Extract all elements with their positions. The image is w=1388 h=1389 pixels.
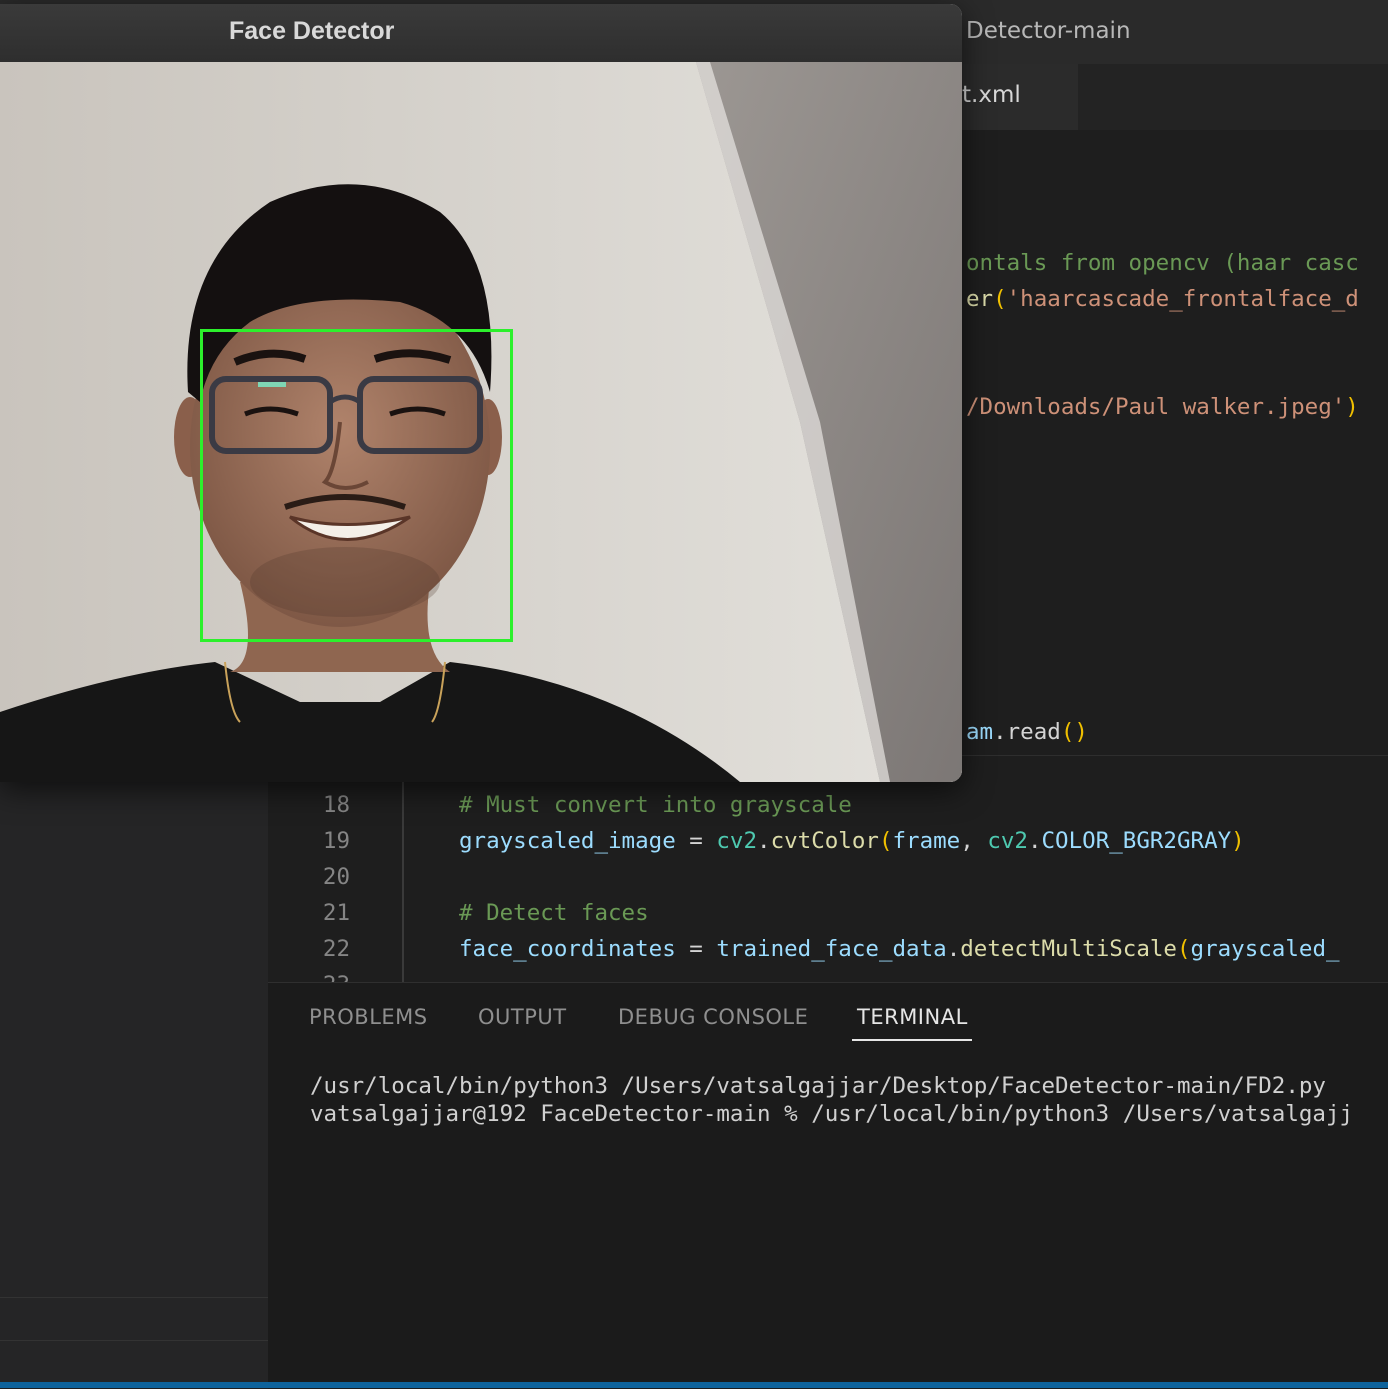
code-token: # Detect faces: [459, 900, 649, 926]
face-detector-titlebar[interactable]: Face Detector: [0, 4, 962, 63]
code-token: /Downloads/Paul walker.jpeg': [966, 394, 1346, 420]
code-token: .: [757, 828, 771, 854]
code-line: am.read(): [966, 719, 1088, 745]
line-number: 18: [322, 792, 350, 818]
active-tab-indicator: [852, 1039, 972, 1041]
code-token: face_coordinates: [459, 936, 676, 962]
code-token: am: [966, 719, 994, 745]
code-token: cv2: [716, 828, 758, 854]
webcam-frame: [0, 62, 962, 782]
code-token: =: [675, 936, 717, 962]
status-bar: [0, 1382, 1388, 1388]
face-bounding-box: [200, 329, 513, 642]
code-token: (: [993, 286, 1007, 312]
tab-debug-console[interactable]: DEBUG CONSOLE: [618, 1005, 808, 1029]
bottom-panel: PROBLEMS OUTPUT DEBUG CONSOLE TERMINAL /…: [268, 982, 1388, 1389]
code-token: grayscaled_image: [459, 828, 676, 854]
code-token: frame: [892, 828, 961, 854]
sidebar-divider: [0, 1297, 268, 1298]
code-token: 'haarcascade_frontalface_d: [1006, 286, 1359, 312]
line-number: 23: [268, 972, 350, 982]
code-token: grayscaled_: [1190, 936, 1340, 962]
code-line: grayscaled_image = cv2.cvtColor(frame, c…: [459, 828, 1245, 854]
tab-output[interactable]: OUTPUT: [478, 1005, 567, 1029]
line-number: 20: [322, 864, 350, 890]
indent-guide: [402, 782, 404, 982]
tab-terminal[interactable]: TERMINAL: [857, 1005, 968, 1029]
code-token: cvtColor: [770, 828, 879, 854]
editor-tab-label: t.xml: [962, 82, 1021, 108]
code-token: er: [966, 286, 994, 312]
code-line: /Downloads/Paul walker.jpeg'): [966, 394, 1359, 420]
code-token: ): [1231, 828, 1245, 854]
explorer-sidebar[interactable]: [0, 782, 268, 1388]
code-token: .read: [993, 719, 1061, 745]
code-editor-lower[interactable]: 18 # Must convert into grayscale 19 gray…: [268, 782, 1388, 982]
code-line: # Must convert into grayscale: [459, 792, 852, 818]
code-token: .: [1027, 828, 1042, 854]
code-line: er('haarcascade_frontalface_d: [966, 286, 1359, 312]
sidebar-divider: [0, 1340, 268, 1341]
code-token: =: [675, 828, 717, 854]
code-line: face_coordinates = trained_face_data.det…: [459, 936, 1340, 962]
terminal-line: vatsalgajjar@192 FaceDetector-main % /us…: [310, 1101, 1354, 1127]
code-token: COLOR_BGR2GRAY: [1041, 828, 1232, 854]
code-token: (: [1176, 936, 1191, 962]
code-token: ,: [960, 828, 988, 854]
line-number: 21: [322, 900, 350, 926]
face-detector-window[interactable]: Face Detector: [0, 4, 962, 782]
code-token: ): [1345, 394, 1359, 420]
vscode-window-title: Detector-main: [966, 18, 1131, 44]
code-line: ontals from opencv (haar casc: [966, 250, 1359, 276]
terminal-line: /usr/local/bin/python3 /Users/vatsalgajj…: [310, 1073, 1326, 1099]
window-title: Face Detector: [229, 17, 395, 45]
code-line: # Detect faces: [459, 900, 649, 926]
code-token: .: [946, 936, 961, 962]
code-token: ontals from opencv: [966, 250, 1224, 276]
code-token: cv2: [987, 828, 1028, 854]
code-token: trained_face_data: [716, 936, 947, 962]
code-token: (haar casc: [1223, 250, 1359, 276]
tab-problems[interactable]: PROBLEMS: [309, 1005, 428, 1029]
code-token: # Must convert into grayscale: [459, 792, 852, 818]
code-token: (: [878, 828, 893, 854]
line-number: 19: [322, 828, 350, 854]
code-token: (): [1060, 719, 1088, 745]
line-number: 22: [322, 936, 350, 962]
code-token: detectMultiScale: [960, 936, 1177, 962]
